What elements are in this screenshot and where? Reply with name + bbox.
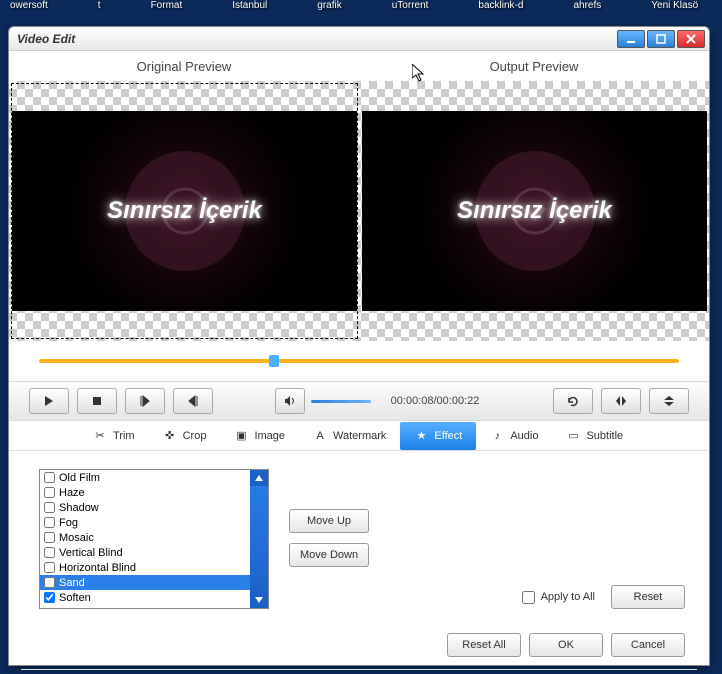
video-overlay-text: Sınırsız İçerik: [107, 197, 262, 225]
scroll-down-icon[interactable]: [250, 592, 268, 608]
maximize-button[interactable]: [647, 30, 675, 48]
desktop-icon[interactable]: owersoft: [10, 0, 48, 25]
desktop-icon[interactable]: uTorrent: [392, 0, 429, 25]
video-overlay-text: Sınırsız İçerik: [457, 197, 612, 225]
effect-checkbox[interactable]: [44, 547, 55, 558]
cancel-button[interactable]: Cancel: [611, 633, 685, 657]
list-item[interactable]: Horizontal Blind: [40, 560, 250, 575]
playback-controls: 00:00:08/00:00:22: [9, 381, 709, 421]
subtitle-icon: ▭: [566, 429, 580, 443]
titlebar[interactable]: Video Edit: [9, 27, 709, 51]
original-preview-label: Original Preview: [9, 59, 359, 74]
move-up-button[interactable]: Move Up: [289, 509, 369, 533]
flip-horizontal-button[interactable]: [601, 388, 641, 414]
effect-label: Vertical Blind: [59, 547, 123, 559]
effect-label: Old Film: [59, 472, 100, 484]
apply-to-all-checkbox[interactable]: Apply to All: [522, 591, 595, 604]
playback-track[interactable]: [9, 341, 709, 381]
effect-checkbox[interactable]: [44, 487, 55, 498]
desktop-icon[interactable]: backlink-d: [478, 0, 523, 25]
effect-checkbox[interactable]: [44, 472, 55, 483]
tab-crop[interactable]: ✜Crop: [149, 422, 221, 450]
effect-label: Haze: [59, 487, 85, 499]
video-edit-window: Video Edit Original Preview Output Previ…: [8, 26, 710, 666]
effect-checkbox[interactable]: [44, 532, 55, 543]
play-button[interactable]: [29, 388, 69, 414]
list-item[interactable]: Sand: [40, 575, 250, 590]
list-item[interactable]: Soften: [40, 590, 250, 605]
mark-out-button[interactable]: [173, 388, 213, 414]
rotate-button[interactable]: [553, 388, 593, 414]
list-item[interactable]: Old Film: [40, 470, 250, 485]
list-item[interactable]: Shadow: [40, 500, 250, 515]
volume-slider[interactable]: [311, 400, 371, 403]
music-note-icon: ♪: [490, 429, 504, 443]
star-icon: ★: [414, 429, 428, 443]
effect-checkbox[interactable]: [44, 517, 55, 528]
volume-button[interactable]: [275, 388, 305, 414]
desktop-icons: owersoft t Format İstanbul grafik uTorre…: [0, 0, 722, 25]
move-down-button[interactable]: Move Down: [289, 543, 369, 567]
mark-in-button[interactable]: [125, 388, 165, 414]
tab-image[interactable]: ▣Image: [220, 422, 299, 450]
desktop-icon[interactable]: Yeni Klasö: [651, 0, 698, 25]
list-item[interactable]: Haze: [40, 485, 250, 500]
mouse-cursor: [412, 64, 428, 84]
effect-label: Fog: [59, 517, 78, 529]
effect-label: Horizontal Blind: [59, 562, 136, 574]
desktop-icon[interactable]: grafik: [317, 0, 341, 25]
desktop-icon[interactable]: Format: [151, 0, 183, 25]
image-icon: ▣: [234, 429, 248, 443]
reset-button[interactable]: Reset: [611, 585, 685, 609]
effect-checkbox[interactable]: [44, 577, 55, 588]
desktop-icon[interactable]: t: [98, 0, 101, 25]
minimize-button[interactable]: [617, 30, 645, 48]
watermark-icon: A: [313, 429, 327, 443]
window-title: Video Edit: [13, 32, 615, 46]
effect-list[interactable]: Old Film Haze Shadow Fog Mosaic Vertical Blin…: [39, 469, 269, 609]
tab-effect[interactable]: ★Effect: [400, 422, 476, 450]
reset-all-button[interactable]: Reset All: [447, 633, 521, 657]
desktop-icon[interactable]: ahrefs: [573, 0, 601, 25]
crop-icon: ✜: [163, 429, 177, 443]
effect-label: Mosaic: [59, 532, 94, 544]
list-item[interactable]: Fog: [40, 515, 250, 530]
effect-checkbox[interactable]: [44, 562, 55, 573]
flip-vertical-button[interactable]: [649, 388, 689, 414]
timecode-display: 00:00:08/00:00:22: [391, 395, 480, 407]
list-item[interactable]: Vertical Blind: [40, 545, 250, 560]
ok-button[interactable]: OK: [529, 633, 603, 657]
close-button[interactable]: [677, 30, 705, 48]
output-preview-pane[interactable]: Sınırsız İçerik: [362, 83, 707, 339]
tab-audio[interactable]: ♪Audio: [476, 422, 552, 450]
effect-label: Sand: [59, 577, 85, 589]
list-item[interactable]: Mosaic: [40, 530, 250, 545]
scissors-icon: ✂: [93, 429, 107, 443]
tab-trim[interactable]: ✂Trim: [79, 422, 149, 450]
scroll-up-icon[interactable]: [250, 470, 268, 486]
desktop-icon[interactable]: İstanbul: [232, 0, 267, 25]
original-preview-pane[interactable]: Sınırsız İçerik: [11, 83, 358, 339]
effect-label: Shadow: [59, 502, 99, 514]
effect-checkbox[interactable]: [44, 592, 55, 603]
edit-tabs: ✂Trim ✜Crop ▣Image AWatermark ★Effect ♪A…: [9, 421, 709, 451]
scrollbar[interactable]: [250, 470, 268, 608]
tab-watermark[interactable]: AWatermark: [299, 422, 400, 450]
effect-checkbox[interactable]: [44, 502, 55, 513]
effect-label: Soften: [59, 592, 91, 604]
tab-subtitle[interactable]: ▭Subtitle: [552, 422, 637, 450]
stop-button[interactable]: [77, 388, 117, 414]
playhead-thumb[interactable]: [269, 355, 279, 367]
